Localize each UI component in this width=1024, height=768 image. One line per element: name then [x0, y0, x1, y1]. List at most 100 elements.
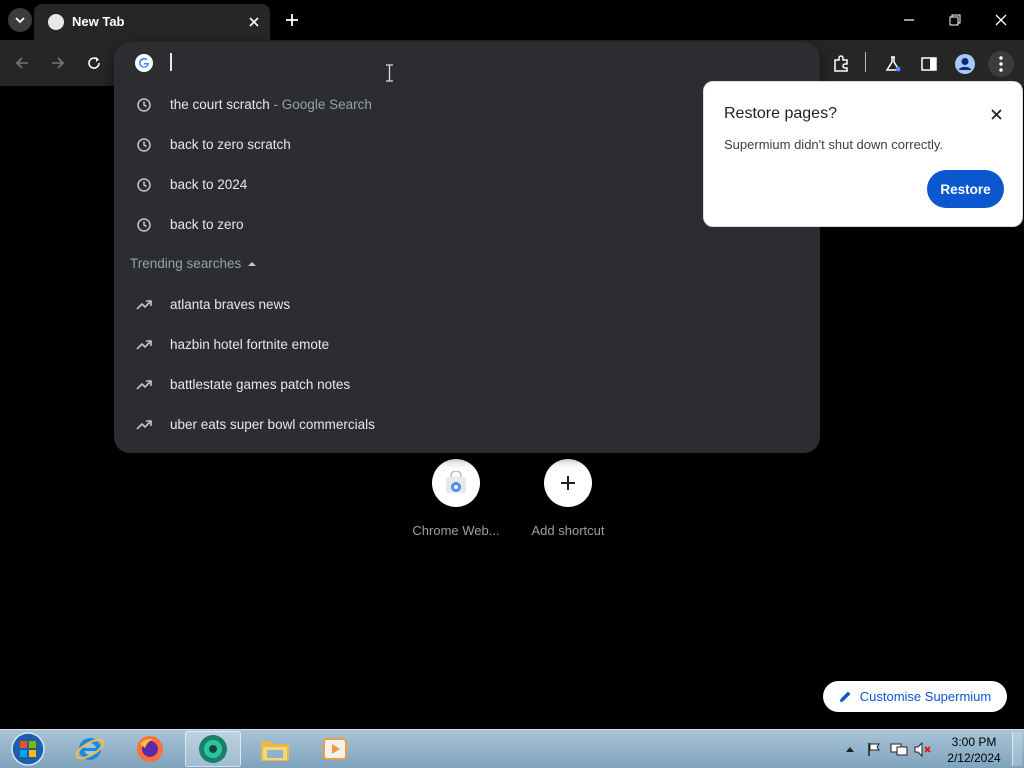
trending-header-label: Trending searches: [130, 256, 242, 271]
close-icon: [995, 14, 1007, 26]
shortcut-chrome-web-store[interactable]: Chrome Web...: [406, 459, 506, 538]
restore-window-icon: [949, 14, 961, 26]
tab-search-button[interactable]: [8, 8, 32, 32]
extensions-button[interactable]: [828, 51, 854, 77]
taskbar-file-explorer[interactable]: [247, 731, 303, 767]
menu-button[interactable]: [988, 51, 1014, 77]
trending-icon: [136, 340, 152, 350]
tab-title: New Tab: [72, 14, 125, 29]
internet-explorer-icon: [75, 738, 105, 760]
suggestion-text: back to 2024: [170, 177, 248, 192]
suggestion-subtext: - Google Search: [269, 97, 372, 112]
trending-icon: [136, 300, 152, 310]
volume-button[interactable]: [913, 740, 933, 758]
history-icon: [137, 138, 151, 152]
taskbar-supermium[interactable]: [185, 731, 241, 767]
shortcut-label: Chrome Web...: [412, 523, 500, 538]
trending-icon: [136, 380, 152, 390]
suggestion-text: battlestate games patch notes: [170, 377, 351, 392]
side-panel-button[interactable]: [916, 51, 942, 77]
reload-button[interactable]: [82, 51, 106, 75]
taskbar-media-player[interactable]: [307, 731, 363, 767]
side-panel-icon: [921, 57, 937, 71]
restore-dialog-title: Restore pages?: [724, 105, 837, 122]
pencil-icon: [839, 691, 851, 702]
flask-icon: [885, 56, 901, 72]
history-icon: [137, 98, 151, 112]
show-hidden-icons-button[interactable]: [843, 740, 857, 758]
clock-date: 2/12/2024: [947, 751, 1001, 765]
new-tab-button[interactable]: [280, 8, 304, 32]
volume-muted-icon: [914, 741, 931, 757]
chrome-web-store-icon: [446, 471, 466, 493]
tray-up-arrow-icon: [846, 747, 854, 752]
suggestion-trending[interactable]: battlestate games patch notes: [114, 365, 820, 405]
toolbar-divider: [865, 52, 866, 72]
suggestion-trending[interactable]: hazbin hotel fortnite emote: [114, 325, 820, 365]
restore-dialog-close-button[interactable]: [986, 104, 1006, 124]
customise-button[interactable]: Customise Supermium: [823, 681, 1007, 712]
text-cursor: [170, 53, 172, 71]
suggestion-text: hazbin hotel fortnite emote: [170, 337, 330, 352]
suggestion-text: back to zero: [170, 217, 244, 232]
puzzle-icon: [834, 55, 848, 72]
customise-label: Customise Supermium: [859, 689, 992, 704]
labs-button[interactable]: [880, 51, 906, 77]
network-icon: [890, 743, 908, 755]
avatar-icon: [955, 54, 975, 74]
plus-icon: [561, 476, 575, 490]
title-bar: New Tab: [0, 0, 1024, 40]
history-icon: [137, 178, 151, 192]
browser-window: New Tab Chrome Web... Add shortcut the c…: [0, 0, 1024, 768]
flag-icon: [868, 742, 880, 756]
taskbar: 3:00 PM 2/12/2024: [0, 729, 1024, 768]
taskbar-internet-explorer[interactable]: [62, 731, 118, 767]
trending-icon: [136, 420, 152, 430]
tab-new-tab[interactable]: New Tab: [34, 4, 270, 40]
start-button[interactable]: [0, 731, 56, 767]
minimize-button[interactable]: [894, 6, 924, 34]
trending-header[interactable]: Trending searches: [130, 256, 257, 271]
close-window-button[interactable]: [986, 6, 1016, 34]
supermium-icon: [199, 735, 227, 763]
close-icon: [249, 17, 259, 27]
google-icon: [135, 54, 153, 72]
restore-window-button[interactable]: [940, 6, 970, 34]
media-player-icon: [323, 738, 347, 760]
arrow-left-icon: [15, 57, 28, 69]
network-button[interactable]: [889, 740, 909, 758]
restore-button[interactable]: Restore: [927, 170, 1004, 208]
suggestion-text: uber eats super bowl commercials: [170, 417, 375, 432]
restore-pages-dialog: Restore pages? Supermium didn't shut dow…: [703, 81, 1023, 227]
tab-close-button[interactable]: [244, 12, 264, 32]
suggestion-trending[interactable]: uber eats super bowl commercials: [114, 405, 820, 445]
shortcut-label: Add shortcut: [531, 523, 605, 538]
firefox-icon: [137, 736, 163, 762]
minimize-icon: [904, 19, 914, 21]
suggestion-trending[interactable]: atlanta braves news: [114, 285, 820, 325]
taskbar-firefox[interactable]: [122, 731, 178, 767]
clock-time: 3:00 PM: [951, 735, 997, 749]
add-shortcut-button[interactable]: Add shortcut: [518, 459, 618, 538]
file-explorer-icon: [261, 741, 289, 761]
show-desktop-button[interactable]: [1012, 732, 1022, 766]
chevron-down-icon: [15, 17, 25, 24]
plus-icon: [286, 14, 298, 26]
text-cursor-icon: [386, 64, 393, 82]
more-vert-icon: [999, 56, 1003, 72]
omnibox-input[interactable]: [174, 50, 674, 74]
shortcut-tile: [432, 459, 480, 507]
profile-button[interactable]: [952, 51, 978, 77]
suggestion-text: atlanta braves news: [170, 297, 291, 312]
forward-button[interactable]: [46, 51, 70, 75]
windows-start-orb-icon: [11, 732, 45, 766]
shortcut-tile: [544, 459, 592, 507]
taskbar-clock[interactable]: 3:00 PM 2/12/2024: [944, 734, 1004, 766]
action-center-button[interactable]: [865, 740, 883, 758]
restore-dialog-message: Supermium didn't shut down correctly.: [724, 137, 944, 152]
back-button[interactable]: [10, 51, 34, 75]
arrow-right-icon: [52, 57, 65, 69]
history-icon: [137, 218, 151, 232]
collapse-arrow-icon: [248, 261, 257, 266]
suggestion-text: the court scratch - Google Search: [170, 97, 372, 112]
